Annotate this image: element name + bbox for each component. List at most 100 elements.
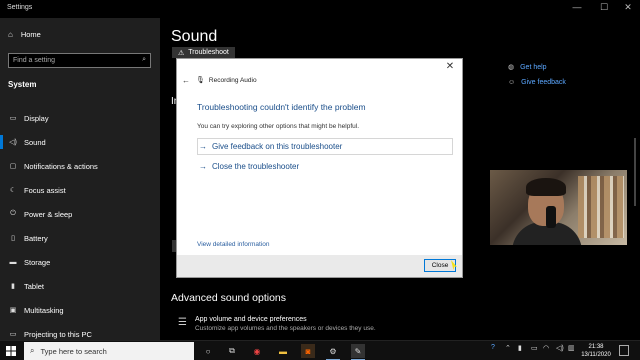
clock[interactable]: 21:38 13/11/2020 bbox=[579, 343, 613, 359]
webcam-microphone bbox=[546, 206, 556, 228]
app-volume-desc: Customize app volumes and the speakers o… bbox=[194, 325, 376, 332]
multitasking-icon: ▣ bbox=[9, 307, 17, 314]
help-icon: ◍ bbox=[508, 64, 515, 71]
wifi-icon[interactable]: ◠ bbox=[543, 344, 549, 352]
sidebar-item-multitasking[interactable]: ▣ Multitasking bbox=[0, 298, 160, 322]
section-label: System bbox=[8, 80, 37, 89]
sidebar-item-label: Storage bbox=[24, 257, 51, 267]
close-window-button[interactable]: ✕ bbox=[618, 2, 638, 13]
close-button[interactable]: Close bbox=[424, 259, 456, 272]
window-title: Settings bbox=[7, 4, 33, 11]
dialog-header: 🎙︎ Recording Audio bbox=[196, 76, 257, 85]
sidebar-item-tablet[interactable]: ▮ Tablet bbox=[0, 274, 160, 298]
search-icon: ⌕ bbox=[30, 346, 35, 355]
arrow-right-icon: → bbox=[199, 142, 207, 151]
sidebar-item-label: Sound bbox=[24, 137, 46, 147]
minimize-button[interactable]: — bbox=[567, 2, 587, 12]
taskbar-search-placeholder: Type here to search bbox=[40, 346, 107, 356]
home-icon: ⌂ bbox=[8, 30, 13, 39]
search-icon: ⌕ bbox=[142, 56, 146, 63]
get-help-label: Get help bbox=[520, 63, 547, 71]
volume-icon[interactable]: ◁) bbox=[556, 344, 564, 352]
sidebar-item-focus-assist[interactable]: ☾ Focus assist bbox=[0, 178, 160, 202]
page-title: Sound bbox=[171, 28, 218, 45]
app-volume-title: App volume and device preferences bbox=[194, 316, 307, 323]
sidebar-item-label: Display bbox=[24, 113, 49, 123]
scrollbar[interactable] bbox=[634, 138, 636, 206]
keyboard-icon[interactable]: ▥ bbox=[568, 344, 575, 352]
sidebar-item-power[interactable]: ⏻ Power & sleep bbox=[0, 202, 160, 226]
sidebar-item-label: Battery bbox=[24, 233, 48, 243]
sidebar-item-sound[interactable]: ◁) Sound bbox=[0, 130, 160, 154]
dialog-subtext: You can try exploring other options that… bbox=[197, 123, 360, 130]
projecting-icon: ▭ bbox=[9, 331, 17, 338]
title-bar: Settings — ☐ ✕ bbox=[0, 0, 640, 18]
sidebar-item-label: Tablet bbox=[24, 281, 45, 291]
clock-time: 21:38 bbox=[588, 344, 604, 350]
get-help-link[interactable]: ◍ Get help bbox=[508, 63, 547, 72]
back-arrow-icon[interactable]: ← bbox=[182, 76, 190, 85]
chevron-up-icon[interactable]: ⌃ bbox=[505, 344, 511, 352]
sidebar-item-label: Power & sleep bbox=[24, 209, 73, 219]
maximize-button[interactable]: ☐ bbox=[594, 2, 614, 13]
link-label: Close the troubleshooter bbox=[212, 162, 300, 171]
sliders-icon: ☰ bbox=[178, 317, 187, 328]
sidebar-home[interactable]: ⌂ Home bbox=[8, 30, 41, 39]
sidebar-item-label: Notifications & actions bbox=[24, 161, 98, 171]
taskbar-search-input[interactable]: ⌕ Type here to search bbox=[24, 342, 194, 360]
file-explorer-icon[interactable]: ▬ bbox=[276, 344, 290, 358]
sidebar-item-label: Focus assist bbox=[24, 185, 66, 195]
home-label: Home bbox=[20, 30, 41, 39]
task-view-icon[interactable]: ⧉ bbox=[225, 344, 239, 358]
troubleshoot-label: Troubleshoot bbox=[188, 49, 229, 56]
notification-center-icon[interactable] bbox=[619, 345, 629, 356]
cortana-icon[interactable]: ○ bbox=[201, 344, 215, 358]
dialog-header-label: Recording Audio bbox=[208, 76, 257, 84]
sidebar-item-label: Projecting to this PC bbox=[24, 329, 92, 339]
tablet-icon: ▮ bbox=[11, 283, 15, 290]
warning-icon: ⚠ bbox=[178, 49, 185, 57]
chrome-icon[interactable]: ◉ bbox=[250, 344, 264, 358]
sidebar-item-battery[interactable]: ▯ Battery bbox=[0, 226, 160, 250]
link-label: Give feedback on this troubleshooter bbox=[212, 142, 343, 151]
display-icon: ▭ bbox=[9, 115, 17, 122]
feedback-icon: ☺ bbox=[508, 79, 516, 86]
troubleshoot-button[interactable]: ⚠ Troubleshoot bbox=[172, 47, 235, 58]
storage-icon: ▬ bbox=[9, 258, 17, 266]
give-feedback-label: Give feedback bbox=[521, 79, 566, 86]
power-icon: ⏻ bbox=[10, 210, 16, 217]
sidebar-item-label: Multitasking bbox=[24, 305, 64, 315]
webcam-bookshelf bbox=[578, 176, 624, 238]
windows-logo-icon bbox=[6, 346, 16, 356]
speaker-icon: ◁) bbox=[9, 139, 17, 146]
arrow-right-icon: → bbox=[199, 162, 207, 171]
taskbar: ⌕ Type here to search ○ ⧉ ◉ ▬ ◙ ⚙ ✎ ? ⌃ … bbox=[0, 340, 640, 360]
give-feedback-link[interactable]: ☺ Give feedback bbox=[508, 79, 566, 86]
help-tray-icon[interactable]: ? bbox=[491, 344, 495, 351]
sidebar-nav: ▭ Display ◁) Sound ▢ Notifications & act… bbox=[0, 106, 160, 346]
recording-app-icon[interactable]: ◙ bbox=[301, 344, 315, 358]
sidebar-item-notifications[interactable]: ▢ Notifications & actions bbox=[0, 154, 160, 178]
give-feedback-troubleshooter-link[interactable]: → Give feedback on this troubleshooter bbox=[199, 142, 342, 151]
search-placeholder: Find a setting bbox=[13, 57, 56, 64]
view-detailed-information-link[interactable]: View detailed information bbox=[197, 241, 270, 248]
notifications-icon: ▢ bbox=[9, 163, 17, 170]
dialog-close-icon[interactable]: ✕ bbox=[444, 61, 456, 72]
troubleshooter-taskbar-icon[interactable]: ✎ bbox=[351, 344, 365, 360]
battery-icon: ▯ bbox=[11, 235, 15, 242]
advanced-sound-title: Advanced sound options bbox=[171, 292, 287, 304]
network-icon[interactable]: ▭ bbox=[531, 344, 538, 352]
troubleshooter-dialog: ✕ ← 🎙︎ Recording Audio Troubleshooting c… bbox=[176, 58, 463, 278]
app-volume-item[interactable]: ☰ App volume and device preferences Cust… bbox=[178, 316, 376, 332]
sidebar-item-display[interactable]: ▭ Display bbox=[0, 106, 160, 130]
sidebar-item-storage[interactable]: ▬ Storage bbox=[0, 250, 160, 274]
start-button[interactable] bbox=[0, 341, 22, 360]
close-troubleshooter-link[interactable]: → Close the troubleshooter bbox=[199, 162, 299, 171]
microphone-tray-icon[interactable]: ▮ bbox=[518, 344, 522, 352]
microphone-icon: 🎙︎ bbox=[196, 77, 205, 84]
settings-search-input[interactable]: Find a setting ⌕ bbox=[8, 53, 151, 68]
webcam-person-hair bbox=[526, 178, 566, 196]
moon-icon: ☾ bbox=[9, 187, 17, 194]
webcam-overlay bbox=[490, 170, 627, 245]
settings-taskbar-icon[interactable]: ⚙ bbox=[326, 344, 340, 360]
